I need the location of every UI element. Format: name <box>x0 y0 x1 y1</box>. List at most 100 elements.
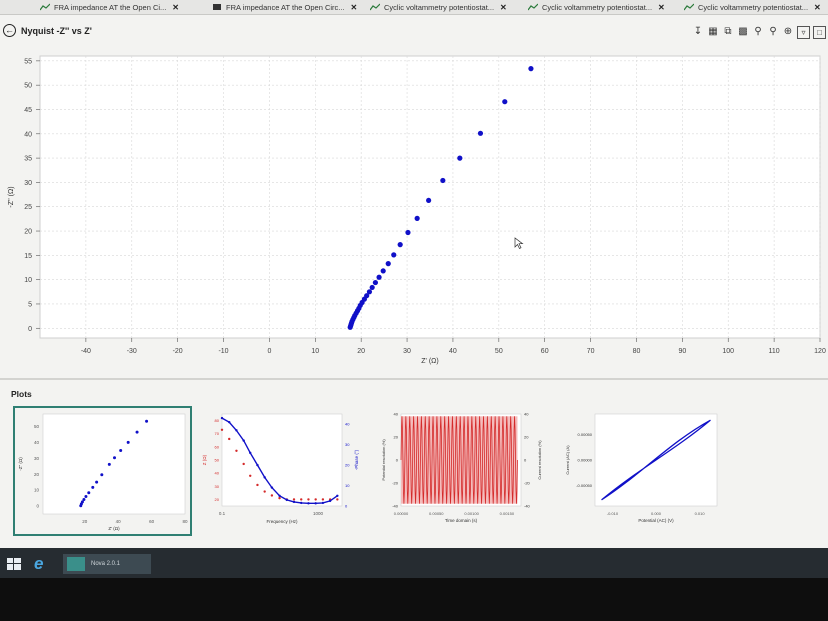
y-tick-label-right: 40 <box>524 412 529 417</box>
close-icon[interactable]: ✕ <box>172 3 179 12</box>
data-point <box>107 462 111 466</box>
x-axis-label: Z' (Ω) <box>108 526 120 531</box>
y-tick-label-right: 0 <box>524 458 527 463</box>
y-tick-label: -0.00050 <box>576 483 593 488</box>
zoom-out-icon[interactable]: ⚲ <box>752 26 764 38</box>
y-tick-label: 30 <box>34 456 40 461</box>
filter-icon[interactable]: ▿ <box>797 25 810 39</box>
nyquist-chart[interactable]: -40 -30 -20 -10 0 10 20 30 40 50 60 70 80 90 100 110 120… <box>0 48 828 375</box>
data-point-red <box>314 498 317 501</box>
taskbar-app-nova[interactable]: Nova 2.0.1 <box>63 554 151 574</box>
data-point <box>87 491 91 495</box>
y-tick-label: 50 <box>34 424 40 429</box>
data-point <box>135 430 139 434</box>
internet-explorer-icon[interactable]: e <box>34 555 56 573</box>
x-axis-label: Frequency (Hz) <box>266 519 298 524</box>
print-icon[interactable]: ▩ <box>737 26 749 38</box>
copy-icon[interactable]: ⧉ <box>722 26 734 38</box>
x-tick-label: -20 <box>173 348 183 355</box>
table-icon[interactable]: ▦ <box>707 26 719 38</box>
y-tick-label: 20 <box>34 472 40 477</box>
close-icon[interactable]: ✕ <box>351 3 358 12</box>
data-point-red <box>228 437 231 441</box>
plot-area <box>221 413 343 507</box>
y-axis-label: Current (AC) (A) <box>565 445 570 475</box>
y-tick-label: 35 <box>24 156 32 163</box>
x-tick-label: 60 <box>541 348 549 355</box>
x-tick-label: 30 <box>403 348 411 355</box>
x-tick-label: -0.010 <box>607 511 619 516</box>
zoom-fit-icon[interactable]: ⚲ <box>767 26 779 38</box>
x-tick-label: 40 <box>449 348 457 355</box>
tab-fra-impedance-2[interactable]: FRA impedance AT the Open Circ... ✕ <box>212 0 362 14</box>
y-tick-label: 20 <box>215 497 220 502</box>
close-icon[interactable]: ✕ <box>814 3 821 12</box>
data-point <box>426 197 432 204</box>
x-tick-label: 50 <box>495 348 503 355</box>
window-icon[interactable]: □ <box>813 25 826 39</box>
y-tick-label: 0 <box>396 458 399 463</box>
y-tick-label: 10 <box>34 488 40 493</box>
tab-cyclic-voltammetry-3[interactable]: Cyclic voltammetry potentiostat... ✕ <box>684 0 828 14</box>
x-tick-label: 0 <box>267 348 271 355</box>
close-icon[interactable]: ✕ <box>658 3 665 12</box>
view-header: ← Nyquist -Z'' vs Z' ↧ ▦ ⧉ ▩ ⚲ ⚲ ⊕ ▿ □ <box>0 15 828 45</box>
data-point <box>380 268 386 274</box>
x-tick-label: 100 <box>722 348 734 355</box>
windows-start-icon[interactable] <box>7 558 21 570</box>
x-tick-label: 120 <box>814 348 826 355</box>
plot-thumbnail-time-domain[interactable]: -40 -20 0 20 40 -40 -20 0 20 40 0.00000 0.00050 0.00… <box>375 406 545 536</box>
data-point-red <box>263 490 266 493</box>
data-point-red <box>336 498 339 501</box>
plot-thumbnail-lissajous[interactable]: -0.00050 0.00000 0.00050 -0.010 0.000 0.010 Po… <box>555 406 730 536</box>
data-point-red <box>249 474 252 477</box>
x-tick-label: 20 <box>82 519 88 524</box>
x-tick-label: 60 <box>149 519 155 524</box>
close-icon[interactable]: ✕ <box>500 3 507 12</box>
plot-thumbnail-bode[interactable]: 20 30 40 50 60 70 80 0 10 20 30 40 0.1 1000 Frequency … <box>198 406 368 536</box>
chart-icon <box>528 3 538 11</box>
x-axis-label: Time domain (s) <box>445 518 478 523</box>
data-point-red <box>220 428 224 431</box>
x-tick-label: 80 <box>633 348 641 355</box>
data-point-red <box>307 498 310 501</box>
x-tick-label: 0.00150 <box>500 511 515 516</box>
y-tick-label: 45 <box>24 107 32 114</box>
y-tick-label: 10 <box>24 277 32 284</box>
y-tick-label: 0 <box>36 504 39 509</box>
x-tick-label: 90 <box>678 348 686 355</box>
data-point <box>95 480 99 484</box>
y-tick-label-right: 20 <box>524 435 529 440</box>
x-tick-label: 110 <box>769 348 780 355</box>
plot-thumbnail-nyquist[interactable]: 20 40 60 80 0 10 20 30 40 50 Z' (Ω) -Z'' (Ω) <box>13 406 192 536</box>
data-point <box>126 440 130 444</box>
x-tick-label: 0.1 <box>219 511 226 516</box>
x-axis-label: Z' (Ω) <box>421 358 438 365</box>
chart-icon <box>370 3 380 11</box>
app-window: FRA impedance AT the Open Ci... ✕ FRA im… <box>0 0 828 548</box>
y-tick-label: 55 <box>24 58 32 65</box>
data-point <box>82 498 86 502</box>
nova-app-icon <box>67 557 85 571</box>
back-arrow-icon[interactable]: ← <box>3 24 16 37</box>
section-divider <box>0 378 828 380</box>
data-point <box>119 449 123 453</box>
x-tick-label: 0.00100 <box>464 511 479 516</box>
tab-fra-impedance-1[interactable]: FRA impedance AT the Open Ci... ✕ <box>40 0 190 14</box>
y-tick-label: 40 <box>394 412 399 417</box>
zoom-in-icon[interactable]: ⊕ <box>782 26 794 38</box>
data-point <box>145 419 149 423</box>
data-point <box>376 274 382 280</box>
tab-label: FRA impedance AT the Open Circ... <box>226 2 345 12</box>
x-tick-label: 0.010 <box>695 511 706 516</box>
x-tick-label: 20 <box>357 348 365 355</box>
data-point <box>369 284 375 291</box>
table-icon <box>213 4 221 10</box>
data-point <box>385 261 391 267</box>
plot-area <box>42 413 186 515</box>
tab-cyclic-voltammetry-2[interactable]: Cyclic voltammetry potentiostat... ✕ <box>528 0 678 14</box>
y-axis-label: Z (Ω) <box>202 454 207 465</box>
x-tick-label: 10 <box>311 348 319 355</box>
pin-icon[interactable]: ↧ <box>692 26 704 38</box>
tab-cyclic-voltammetry-1[interactable]: Cyclic voltammetry potentiostat... ✕ <box>370 0 520 14</box>
